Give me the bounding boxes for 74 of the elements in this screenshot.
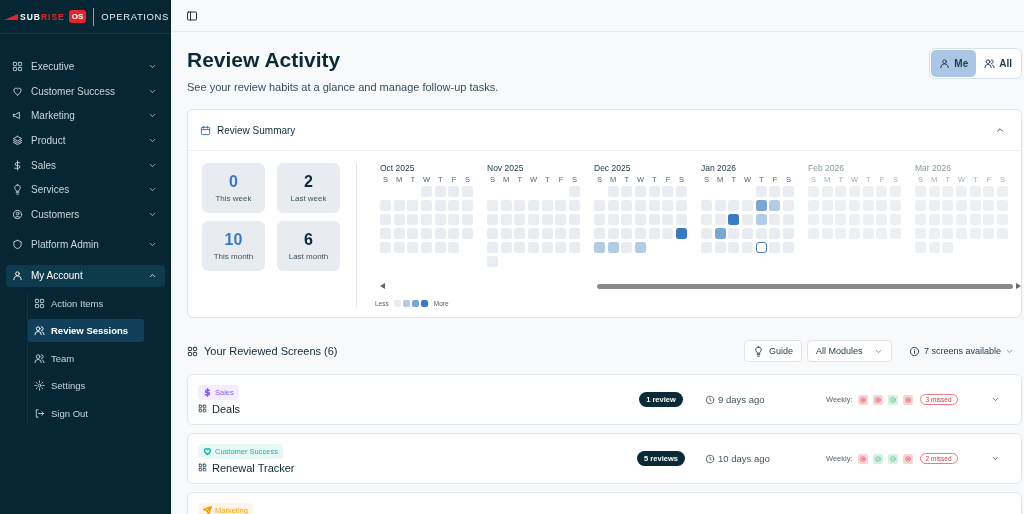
grid-icon — [12, 60, 23, 72]
nav-item[interactable]: My Account — [6, 264, 165, 287]
nav-subitem[interactable]: Sign Out — [28, 401, 144, 425]
chevron-icon[interactable] — [991, 454, 1000, 463]
nav-item[interactable]: Executive — [6, 54, 165, 79]
screen-name: Deals — [212, 402, 241, 415]
last-reviewed: 10 days ago — [718, 453, 770, 464]
grid-icon — [187, 345, 198, 357]
month-label: Jan 2026 — [701, 163, 737, 175]
shield-icon — [12, 238, 23, 250]
chevron-icon — [148, 271, 157, 280]
guide-button[interactable]: Guide — [743, 340, 802, 362]
page-title: Review Activity — [187, 48, 342, 72]
nav-item[interactable]: Sales — [6, 152, 165, 178]
clock-icon — [705, 453, 715, 464]
users-icon — [34, 325, 45, 336]
calendar-icon — [200, 124, 211, 136]
user-icon — [939, 58, 951, 69]
product-name: OPERATIONS — [101, 11, 169, 22]
scope-tab[interactable]: Me — [931, 50, 977, 77]
users-icon — [34, 352, 45, 364]
stat-value: 6 — [304, 231, 313, 249]
sign-out-icon — [34, 407, 45, 419]
month-label: Mar 2026 — [915, 163, 952, 175]
layers-icon — [12, 134, 23, 146]
chevron-icon[interactable] — [991, 395, 1000, 404]
stat-value: 0 — [229, 173, 238, 191]
stat-value: 2 — [304, 173, 313, 191]
nav-subitem[interactable]: Review Sessions — [28, 319, 144, 342]
grid-icon — [198, 463, 207, 472]
screen-name: Renewal Tracker — [212, 461, 295, 474]
nav-item[interactable]: Services — [6, 177, 165, 203]
month-label: Nov 2025 — [487, 163, 525, 175]
last-reviewed: 9 days ago — [718, 394, 765, 405]
brand-badge: OS — [68, 10, 87, 23]
grid-icon — [198, 404, 207, 413]
lightbulb-icon — [752, 345, 764, 357]
settings-icon — [34, 380, 45, 391]
stat-value: 10 — [224, 231, 243, 249]
nav-subitem[interactable]: Settings — [28, 374, 144, 397]
card-title: Review Summary — [217, 124, 297, 136]
nav-item[interactable]: Platform Admin — [6, 231, 165, 257]
nav-item[interactable]: Marketing — [6, 103, 165, 129]
scope-tab[interactable]: All — [976, 50, 1020, 77]
nav-subitem[interactable]: Team — [28, 346, 144, 370]
stat-label: This week — [215, 194, 252, 203]
module-select[interactable]: All Modules — [806, 340, 892, 362]
month-label: Oct 2025 — [380, 163, 416, 175]
chevron-icon[interactable] — [995, 125, 1005, 135]
stat-label: Last week — [290, 194, 327, 203]
sidebar-toggle-icon[interactable] — [186, 9, 198, 22]
page-subtitle: See your review habits at a glance and manage follow-up tasks. — [187, 81, 499, 93]
users-icon — [984, 58, 996, 69]
nav-item[interactable]: Customers — [6, 202, 165, 227]
stat-label: This month — [213, 252, 254, 261]
dollar-icon — [12, 159, 23, 171]
horizontal-scrollbar[interactable] — [380, 282, 1021, 290]
grid-icon — [34, 297, 45, 309]
heart-icon — [12, 85, 23, 97]
screens-available[interactable]: 7 screens available — [923, 346, 1001, 356]
lightbulb-icon — [12, 184, 23, 196]
user-circle-icon — [12, 208, 23, 220]
megaphone-icon — [12, 110, 23, 122]
section-title: Your Reviewed Screens (6) — [204, 345, 338, 357]
user-icon — [12, 270, 23, 281]
month-label: Dec 2025 — [594, 163, 632, 175]
nav-item[interactable]: Product — [6, 128, 165, 153]
stat-label: Last month — [288, 252, 329, 261]
clock-icon — [705, 394, 715, 405]
info-icon — [908, 345, 920, 357]
nav-item[interactable]: Customer Success — [6, 78, 165, 104]
month-label: Feb 2026 — [808, 163, 845, 175]
nav-subitem[interactable]: Action Items — [28, 291, 144, 315]
brand-logo: SUBRISE — [4, 11, 65, 22]
